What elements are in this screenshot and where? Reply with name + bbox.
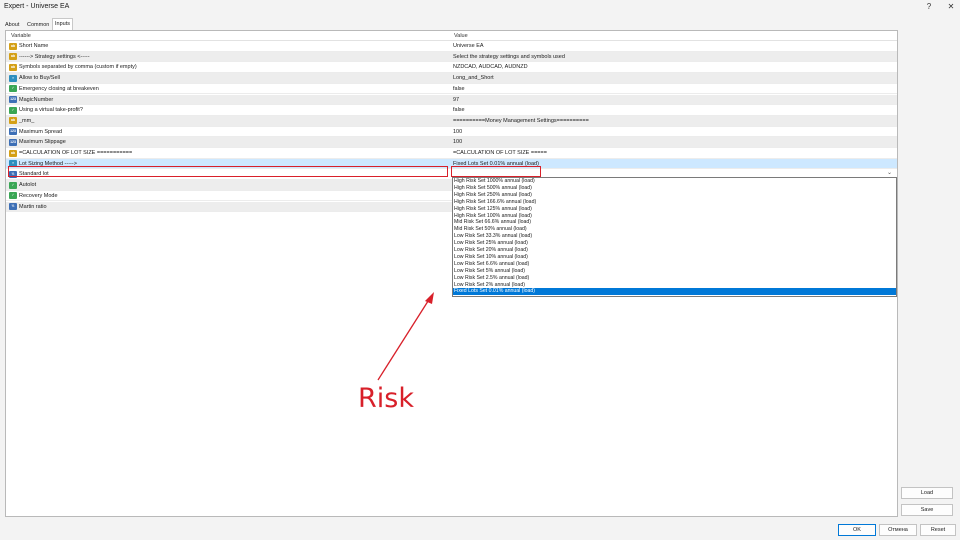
parameter-type-icon: 123 (9, 96, 17, 103)
dropdown-option[interactable]: Low Risk Set 25% annual (load) (453, 240, 896, 247)
parameter-value[interactable]: 100 (453, 127, 462, 138)
dropdown-option[interactable]: Low Risk Set 33.3% annual (load) (453, 233, 896, 240)
dropdown-option[interactable]: High Risk Set 1000% annual (load) (453, 178, 896, 185)
tab-about[interactable]: About (3, 20, 21, 30)
parameter-name: =CALCULATION OF LOT SIZE =========== (19, 150, 133, 156)
parameter-type-icon: ab (9, 42, 17, 50)
tab-common[interactable]: Common (25, 20, 51, 30)
dropdown-option[interactable]: Fixed Lots Set 0.01% annual (load) (453, 288, 896, 296)
column-header-variable[interactable]: Variable (11, 31, 31, 41)
parameter-row[interactable]: ab Symbols separated by comma (custom if … (6, 62, 897, 74)
parameter-type-icon: ½ (9, 203, 17, 210)
parameter-type-icon: 123 (9, 128, 17, 136)
window-title: Expert - Universe EA (4, 3, 70, 10)
parameter-value[interactable]: 97 (453, 95, 459, 106)
parameter-value[interactable]: Long_and_Short (453, 73, 494, 84)
parameter-name: Emergency closing at breakeven (19, 85, 99, 92)
dropdown-option[interactable]: Low Risk Set 2.5% annual (load) (453, 275, 896, 282)
parameter-value[interactable]: false (453, 105, 465, 116)
annotation-highlight-variable (8, 166, 448, 177)
parameter-type-icon: ab (9, 149, 17, 157)
dropdown-option[interactable]: Mid Risk Set 50% annual (load) (453, 226, 896, 233)
parameter-value[interactable]: Universe EA (453, 41, 484, 52)
parameter-value[interactable]: ==========Money Management Settings=====… (453, 116, 589, 127)
parameter-row[interactable]: ab ------> Strategy settings <----- Select… (6, 51, 897, 63)
title-bar: Expert - Universe EA ? ✕ (0, 0, 960, 14)
tab-inputs[interactable]: Inputs (52, 18, 73, 30)
parameter-row[interactable]: ≡ Allow to Buy/Sell Long_and_Short (6, 73, 897, 84)
parameter-row[interactable]: ab Short Name Universe EA (6, 41, 897, 52)
parameter-type-icon: ab (9, 63, 17, 71)
close-button[interactable]: ✕ (944, 1, 958, 13)
parameter-value[interactable]: 100 (453, 137, 462, 148)
save-button[interactable]: Save (901, 504, 953, 516)
column-header-value[interactable]: Value (454, 31, 468, 41)
parameter-row[interactable]: 123 MagicNumber 97 (6, 94, 897, 106)
parameter-type-icon: ✓ (9, 85, 17, 93)
reset-button[interactable]: Reset (920, 524, 956, 536)
parameter-row[interactable]: ab _mm_ ==========Money Management Setting… (6, 115, 897, 127)
dropdown-option[interactable]: High Risk Set 125% annual (load) (453, 206, 896, 213)
parameter-name: _mm_ (19, 117, 35, 124)
parameter-row[interactable]: ab =CALCULATION OF LOT SIZE =========== =C… (6, 148, 897, 159)
parameter-name: Maximum Spread (19, 128, 63, 135)
parameter-name: Recovery Mode (19, 192, 58, 199)
dropdown-option[interactable]: Low Risk Set 6.6% annual (load) (453, 261, 896, 268)
annotation-highlight-value (451, 166, 541, 177)
parameter-name: Martin ratio (19, 203, 47, 210)
parameter-type-icon: 123 (9, 138, 17, 146)
parameter-type-icon: ab (9, 117, 17, 125)
dropdown-option[interactable]: Low Risk Set 2% annual (load) (453, 282, 896, 289)
dropdown-option[interactable]: High Risk Set 166.6% annual (load) (453, 199, 896, 206)
parameter-name: Autolot (19, 182, 37, 189)
load-button[interactable]: Load (901, 487, 953, 499)
parameter-name: Symbols separated by comma (custom if em… (19, 64, 137, 71)
parameter-name: Using a virtual take-profit? (19, 107, 83, 114)
parameter-name: ------> Strategy settings <----- (19, 53, 90, 60)
cancel-button[interactable]: Отмена (879, 524, 917, 536)
parameter-row[interactable]: 123 Maximum Slippage 100 (6, 137, 897, 148)
table-header: Variable Value (6, 31, 897, 41)
annotation-risk-label: Risk (358, 383, 414, 414)
parameter-value[interactable]: =CALCULATION OF LOT SIZE ===== (453, 148, 547, 159)
parameter-value[interactable]: NZDCAD, AUDCAD, AUDNZD (453, 62, 528, 73)
dropdown-option[interactable]: Mid Risk Set 66.6% annual (load) (453, 219, 896, 226)
parameter-row[interactable]: ✓ Emergency closing at breakeven false (6, 84, 897, 95)
parameter-name: Allow to Buy/Sell (19, 75, 60, 82)
parameter-value[interactable]: Select the strategy settings and symbols… (453, 52, 565, 63)
dropdown-option[interactable]: Low Risk Set 10% annual (load) (453, 254, 896, 261)
dropdown-option[interactable]: Low Risk Set 5% annual (load) (453, 268, 896, 275)
parameter-name: Short Name (19, 43, 49, 49)
parameter-value[interactable]: false (453, 84, 465, 95)
parameter-name: MagicNumber (19, 96, 54, 103)
chevron-down-icon[interactable]: ⌄ (887, 169, 892, 176)
parameter-type-icon: ✓ (9, 106, 17, 114)
parameter-row[interactable]: 123 Maximum Spread 100 (6, 127, 897, 138)
dropdown-option[interactable]: High Risk Set 500% annual (load) (453, 185, 896, 192)
parameter-type-icon: ≡ (9, 74, 17, 82)
lot-sizing-dropdown-list[interactable]: High Risk Set 1000% annual (load) High Ri… (452, 177, 897, 297)
dropdown-option[interactable]: High Risk Set 100% annual (load) (453, 213, 896, 220)
ok-button[interactable]: OK (838, 524, 876, 536)
parameter-row[interactable]: ✓ Using a virtual take-profit? false (6, 105, 897, 116)
parameter-type-icon: ✓ (9, 192, 17, 200)
help-button[interactable]: ? (922, 1, 936, 13)
parameter-type-icon: ✓ (9, 181, 17, 189)
parameter-name: Maximum Slippage (19, 139, 66, 146)
parameter-type-icon: ab (9, 53, 17, 61)
dropdown-option[interactable]: High Risk Set 250% annual (load) (453, 192, 896, 199)
dropdown-option[interactable]: Low Risk Set 20% annual (load) (453, 247, 896, 254)
